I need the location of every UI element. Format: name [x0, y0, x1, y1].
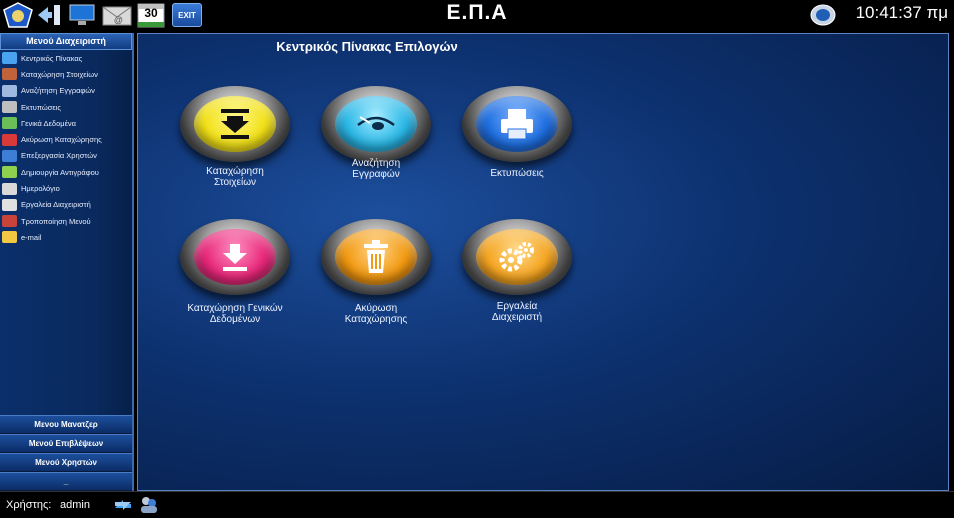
- sidebar-item[interactable]: Καταχώρηση Στοιχείων: [0, 66, 132, 82]
- sidebar-item[interactable]: e-mail: [0, 229, 132, 245]
- sidebar-bottom-menus: Μενου Μανατζερ Μενού Επιβλέψεων Μενού Χρ…: [0, 415, 132, 491]
- sidebar-item-label: Επεξεργασία Χρηστών: [21, 151, 97, 161]
- tile-search-records[interactable]: Αναζήτηση Εγγραφών: [311, 86, 441, 180]
- sidebar-item[interactable]: Ακύρωση Καταχώρησης: [0, 131, 132, 147]
- supervision-menu-button[interactable]: Μενού Επιβλέψεων: [0, 434, 132, 453]
- sidebar-item-label: Εκτυπώσεις: [21, 102, 61, 112]
- sidebar-item-label: Ακύρωση Καταχώρησης: [21, 135, 102, 145]
- sidebar-item[interactable]: Τροποποίηση Μενού: [0, 213, 132, 229]
- sidebar-items: Κεντρικός Πίνακας Καταχώρηση Στοιχείων Ανα…: [0, 50, 132, 246]
- users-icon[interactable]: [139, 495, 159, 518]
- main-panel: Κεντρικός Πίνακας Επιλογών Καταχώρηση Στο…: [137, 33, 949, 491]
- manager-menu-button[interactable]: Μενου Μανατζερ: [0, 415, 132, 434]
- tools-icon: [2, 198, 17, 211]
- sidebar-item-label: Δημιουργία Αντιγράφου: [21, 167, 99, 177]
- general-data-button[interactable]: [180, 219, 290, 295]
- cancel-icon: [2, 133, 17, 146]
- tile-label: Εκτυπώσεις: [490, 168, 544, 179]
- tile-admin-tools[interactable]: Εργαλεία Διαχειριστή: [452, 219, 582, 323]
- sidebar-item-label: Αναζήτηση Εγγραφών: [21, 86, 95, 96]
- monitor-icon: [2, 52, 17, 65]
- user-label: Χρήστης:: [6, 499, 52, 511]
- cancel-entry-button[interactable]: [321, 219, 431, 295]
- sidebar-item[interactable]: Γενικά Δεδομένα: [0, 115, 132, 131]
- download-tray-icon: [194, 96, 276, 152]
- books-icon: [2, 68, 17, 81]
- tile-cancel-entry[interactable]: Ακύρωση Καταχώρησης: [311, 219, 441, 325]
- folder-mail-icon: [2, 231, 17, 244]
- magnifier-icon: [2, 84, 17, 97]
- printer-icon: [476, 96, 558, 152]
- tile-label: Αναζήτηση Εγγραφών: [351, 158, 401, 180]
- data-entry-button[interactable]: [180, 86, 290, 162]
- prints-button[interactable]: [462, 86, 572, 162]
- printer-icon: [2, 101, 17, 114]
- sidebar-item-label: e-mail: [21, 232, 42, 242]
- sidebar-item-label: Καταχώρηση Στοιχείων: [21, 69, 98, 79]
- sidebar-item-label: Εργαλεία Διαχειριστή: [21, 200, 91, 210]
- users-menu-button[interactable]: Μενού Χρηστών: [0, 453, 132, 472]
- chart-icon: [2, 117, 17, 130]
- status-bar: Χρήστης: admin: [0, 491, 954, 518]
- sidebar-item-label: Τροποποίηση Μενού: [21, 216, 91, 226]
- sidebar-item-label: Ημερολόγιο: [21, 184, 60, 194]
- sidebar: Μενού Διαχειριστή Κεντρικός Πίνακας Καταχ…: [0, 33, 134, 491]
- eye-search-icon: [335, 96, 417, 152]
- tile-label: Καταχώρηση Στοιχείων: [206, 166, 264, 188]
- page-title: Κεντρικός Πίνακας Επιλογών: [276, 39, 458, 54]
- sidebar-item[interactable]: Κεντρικός Πίνακας: [0, 50, 132, 66]
- globe-icon[interactable]: [808, 3, 838, 27]
- gears-icon: [2, 215, 17, 228]
- clock: 10:41:37 πμ: [855, 3, 948, 22]
- calendar-icon: [2, 182, 17, 195]
- extra-menu-button[interactable]: _: [0, 472, 132, 491]
- sidebar-item[interactable]: Εκτυπώσεις: [0, 99, 132, 115]
- sidebar-header[interactable]: Μενού Διαχειριστή: [0, 33, 132, 50]
- admin-tools-button[interactable]: [462, 219, 572, 295]
- sidebar-item-label: Γενικά Δεδομένα: [21, 118, 77, 128]
- tile-label: Καταχώρηση Γενικών Δεδομένων: [187, 303, 283, 325]
- search-records-button[interactable]: [321, 86, 431, 162]
- gears-icon: [476, 229, 558, 285]
- sidebar-item[interactable]: Εργαλεία Διαχειριστή: [0, 197, 132, 213]
- sidebar-item[interactable]: Ημερολόγιο: [0, 180, 132, 196]
- copy-icon: [2, 166, 17, 179]
- tile-label: Εργαλεία Διαχειριστή: [491, 301, 543, 323]
- trash-icon: [335, 229, 417, 285]
- username: admin: [60, 499, 90, 511]
- sidebar-item[interactable]: Επεξεργασία Χρηστών: [0, 148, 132, 164]
- tile-general-data[interactable]: Καταχώρηση Γενικών Δεδομένων: [170, 219, 300, 325]
- sidebar-item-label: Κεντρικός Πίνακας: [21, 53, 83, 63]
- tile-data-entry[interactable]: Καταχώρηση Στοιχείων: [170, 86, 300, 188]
- tile-prints[interactable]: Εκτυπώσεις: [452, 86, 582, 179]
- users-icon: [2, 149, 17, 162]
- tile-label: Ακύρωση Καταχώρησης: [344, 303, 408, 325]
- top-bar: @ 30 EXIT Ε.Π.Α 10:41:37 πμ: [0, 0, 954, 30]
- download-icon: [194, 229, 276, 285]
- sidebar-item[interactable]: Δημιουργία Αντιγράφου: [0, 164, 132, 180]
- sidebar-item[interactable]: Αναζήτηση Εγγραφών: [0, 83, 132, 99]
- switch-user-icon[interactable]: [113, 496, 133, 518]
